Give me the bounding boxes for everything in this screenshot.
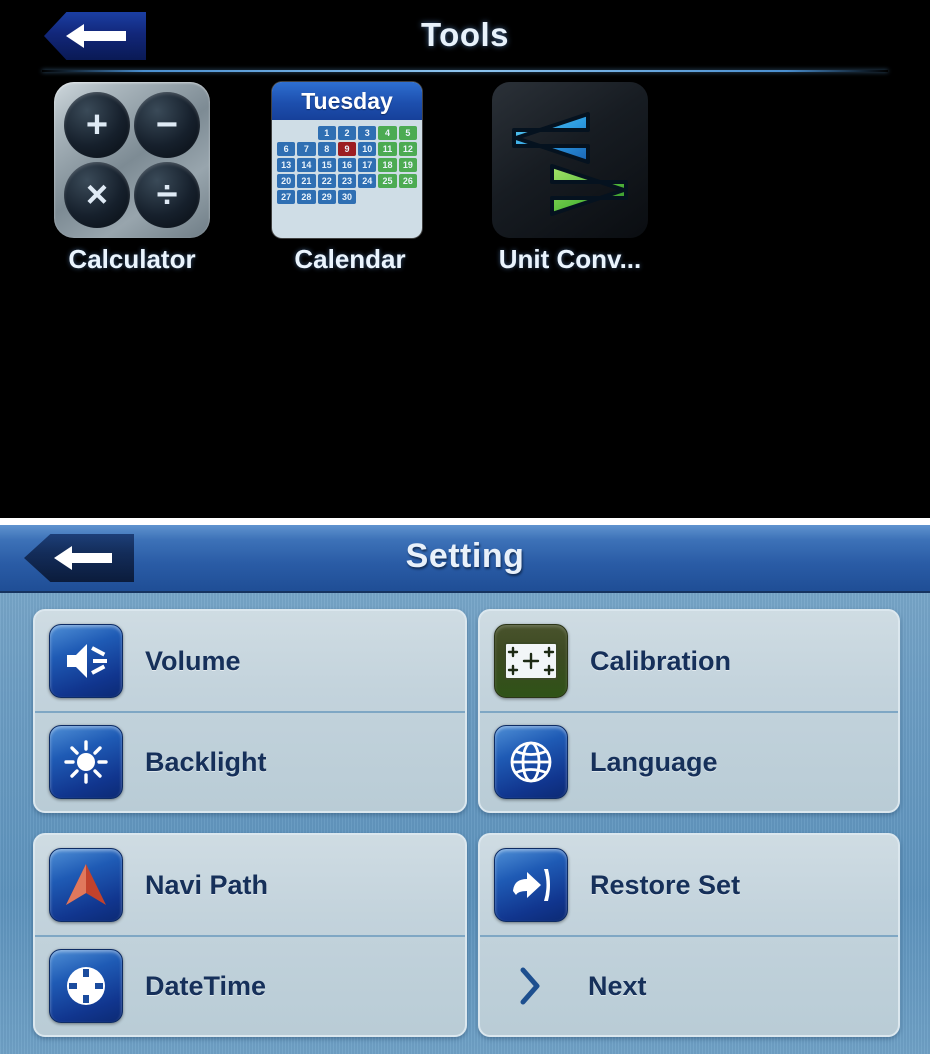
tool-item-calendar[interactable]: Tuesday 1 2 3 4 5 6 7 8 9 10 11 12 13 14 15 16 17 18 19 20 2… — [240, 82, 460, 292]
navigation-arrow-icon — [49, 848, 123, 922]
tools-header-divider — [42, 70, 888, 72]
setting-panel-bottom-left: Navi Path DateTime — [33, 833, 467, 1037]
globe-icon — [494, 725, 568, 799]
setting-screen: Setting Volume Backlight Calibration Lan… — [0, 525, 930, 1054]
setting-label-datetime: DateTime — [145, 970, 267, 1001]
calendar-cell: 7 — [297, 142, 316, 156]
setting-row-backlight[interactable]: Backlight — [35, 711, 465, 811]
calculator-key-multiply: × — [64, 162, 130, 228]
calendar-cell: 11 — [378, 142, 397, 156]
calendar-grid: 1 2 3 4 5 6 7 8 9 10 11 12 13 14 15 16 17 18 19 20 21 22 23 24 2… — [272, 120, 422, 208]
calendar-cell: 25 — [378, 174, 397, 188]
calendar-weekday: Tuesday — [272, 82, 422, 120]
setting-label-calibration: Calibration — [590, 645, 732, 676]
tools-grid: + − × ÷ Calculator Tuesday 1 2 3 4 5 6 7 8 9 10 11… — [0, 82, 930, 302]
setting-panel-top-right: Calibration Language — [478, 609, 900, 813]
crosshair-screen-icon — [494, 624, 568, 698]
calendar-cell: 26 — [398, 174, 417, 188]
calendar-cell: 14 — [297, 158, 316, 172]
setting-header: Setting — [0, 525, 930, 593]
calendar-cell: 21 — [297, 174, 316, 188]
calendar-cell: 12 — [398, 142, 417, 156]
setting-label-backlight: Backlight — [145, 746, 267, 777]
calendar-cell: 2 — [337, 126, 357, 140]
setting-label-language: Language — [590, 746, 718, 777]
setting-panel-bottom-right: Restore Set Next — [478, 833, 900, 1037]
calendar-cell: 6 — [277, 142, 296, 156]
calendar-cell: 28 — [297, 190, 316, 204]
setting-label-volume: Volume — [145, 645, 241, 676]
setting-row-navi-path[interactable]: Navi Path — [35, 835, 465, 935]
calendar-cell: 30 — [337, 190, 357, 204]
setting-row-calibration[interactable]: Calibration — [480, 611, 898, 711]
chevron-right-icon — [494, 950, 566, 1022]
tool-label-unit-converter: Unit Conv... — [498, 244, 642, 274]
setting-label-restore-set: Restore Set — [590, 869, 741, 900]
tool-item-calculator[interactable]: + − × ÷ Calculator — [22, 82, 242, 292]
setting-row-datetime[interactable]: DateTime — [35, 935, 465, 1035]
calendar-cell: 15 — [317, 158, 336, 172]
unit-converter-icon — [492, 82, 648, 238]
calendar-cell: 13 — [277, 158, 296, 172]
setting-label-next: Next — [588, 970, 647, 1001]
calendar-cell: 18 — [378, 158, 397, 172]
calendar-cell: 19 — [398, 158, 417, 172]
setting-row-next[interactable]: Next — [480, 935, 898, 1035]
calendar-cell: 5 — [398, 126, 417, 140]
setting-row-volume[interactable]: Volume — [35, 611, 465, 711]
calendar-cell: 17 — [358, 158, 377, 172]
calendar-cell: 20 — [277, 174, 296, 188]
calendar-cell: 3 — [358, 126, 377, 140]
restore-arrow-icon — [494, 848, 568, 922]
calendar-cell: 23 — [337, 174, 357, 188]
calendar-cell-empty — [277, 126, 295, 140]
calendar-cell: 9 — [337, 142, 357, 156]
tools-page-title: Tools — [420, 16, 510, 53]
calendar-cell: 22 — [317, 174, 336, 188]
calendar-cell: 24 — [358, 174, 377, 188]
sun-icon — [49, 725, 123, 799]
calendar-cell: 8 — [317, 142, 336, 156]
tool-label-calculator: Calculator — [68, 244, 196, 274]
speaker-icon — [49, 624, 123, 698]
setting-row-restore-set[interactable]: Restore Set — [480, 835, 898, 935]
tools-screen: Tools + − × ÷ Calculator Tuesday 1234567… — [0, 0, 930, 518]
setting-page-title: Setting — [405, 537, 525, 575]
calculator-key-divide: ÷ — [134, 162, 200, 228]
calendar-cell: 29 — [317, 190, 336, 204]
clock-icon — [49, 949, 123, 1023]
calculator-icon: + − × ÷ — [54, 82, 210, 238]
calculator-key-minus: − — [134, 92, 200, 158]
calendar-cell: 4 — [378, 126, 397, 140]
calendar-cell: 10 — [358, 142, 377, 156]
setting-panel-top-left: Volume Backlight — [33, 609, 467, 813]
tool-item-unit-converter[interactable]: Unit Conv... — [460, 82, 680, 292]
setting-label-navi-path: Navi Path — [145, 869, 269, 900]
setting-row-language[interactable]: Language — [480, 711, 898, 811]
calculator-key-plus: + — [64, 92, 130, 158]
tools-header: Tools — [0, 0, 930, 72]
calendar-icon: Tuesday 1 2 3 4 5 6 7 8 9 10 11 12 13 14 15 16 17 18 19 20 2… — [272, 82, 428, 238]
calendar-cell-empty — [297, 126, 315, 140]
calendar-cell: 16 — [337, 158, 357, 172]
calendar-cell: 27 — [277, 190, 296, 204]
calendar-cell: 1 — [317, 126, 336, 140]
tool-label-calendar: Calendar — [294, 244, 406, 274]
